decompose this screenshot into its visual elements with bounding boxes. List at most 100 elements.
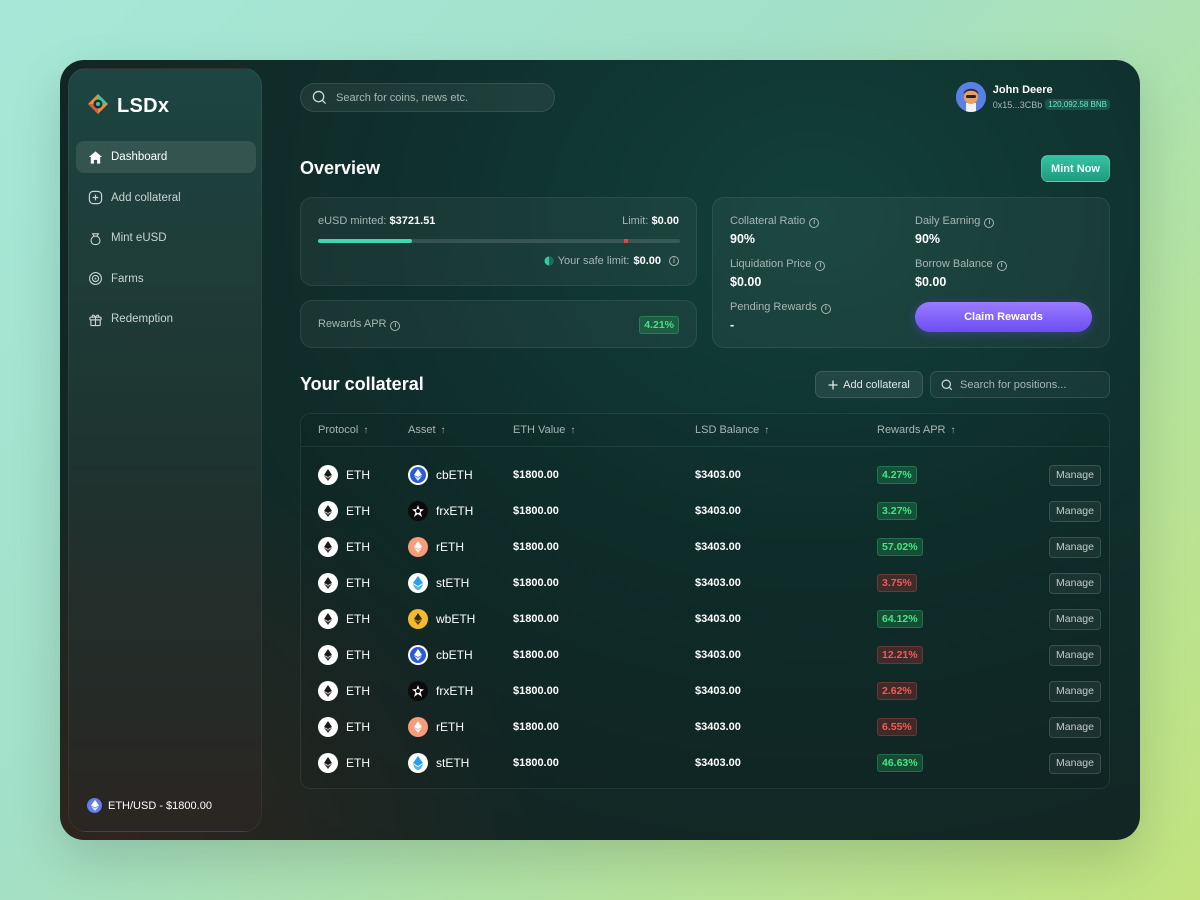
lsd-balance-cell: $3403.00 <box>695 613 741 625</box>
lsd-balance-cell: $3403.00 <box>695 469 741 481</box>
sidebar-item-mint-eusd[interactable]: Mint eUSD <box>76 222 256 254</box>
manage-button[interactable]: Manage <box>1049 644 1101 666</box>
asset-cell: stETH <box>408 565 469 601</box>
eth-value-cell: $1800.00 <box>513 469 559 481</box>
sidebar-item-redemption[interactable]: Redemption <box>76 303 256 335</box>
manage-button[interactable]: Manage <box>1049 500 1101 522</box>
info-icon[interactable]: i <box>809 217 820 228</box>
positions-search[interactable] <box>930 371 1110 398</box>
claim-rewards-button[interactable]: Claim Rewards <box>915 302 1092 332</box>
lsd-balance-cell: $3403.00 <box>695 721 741 733</box>
sidebar-item-dashboard[interactable]: Dashboard <box>76 141 256 173</box>
manage-button[interactable]: Manage <box>1049 536 1101 558</box>
manage-button[interactable]: Manage <box>1049 464 1101 486</box>
sort-arrow-icon: ↑ <box>363 425 369 436</box>
protocol-cell: ETH <box>318 673 370 709</box>
lsd-balance-cell: $3403.00 <box>695 757 741 769</box>
protocol-cell: ETH <box>318 709 370 745</box>
cbeth-icon <box>408 645 428 665</box>
eth-value-cell: $1800.00 <box>513 541 559 553</box>
search-input[interactable] <box>336 91 536 104</box>
eth-icon <box>318 753 338 773</box>
column-protocol[interactable]: Protocol ↑ <box>318 424 368 436</box>
user-name: John Deere <box>992 84 1053 96</box>
frxeth-icon <box>408 681 428 701</box>
lsd-balance-cell: $3403.00 <box>695 541 741 553</box>
main-content: John Deere 0x15...3CBb 120,092.58 BNB Ov… <box>300 60 1110 840</box>
rewards-apr-cell: 3.75% <box>877 565 917 601</box>
sidebar-item-farms[interactable]: Farms <box>76 263 256 295</box>
liquidation-price-value: $0.00 <box>730 275 762 289</box>
sort-arrow-icon: ↑ <box>440 425 446 436</box>
add-collateral-button[interactable]: Add collateral <box>815 371 923 398</box>
eth-value-cell: $1800.00 <box>513 649 559 661</box>
info-icon[interactable]: i <box>669 256 679 266</box>
asset-cell: frxETH <box>408 493 473 529</box>
protocol-cell: ETH <box>318 493 370 529</box>
mint-now-button[interactable]: Mint Now <box>1041 155 1110 182</box>
column-lsd-balance[interactable]: LSD Balance ↑ <box>695 424 769 436</box>
info-icon[interactable]: i <box>996 260 1007 271</box>
asset-cell: rETH <box>408 709 464 745</box>
info-icon[interactable]: i <box>815 260 826 271</box>
safe-limit-row: Your safe limit: $0.00 i <box>544 255 679 267</box>
sidebar-item-label: Mint eUSD <box>111 232 167 244</box>
column-asset[interactable]: Asset ↑ <box>408 424 446 436</box>
global-search[interactable] <box>300 83 555 112</box>
asset-name: cbETH <box>436 468 473 482</box>
rewards-apr-cell: 57.02% <box>877 529 923 565</box>
apr-badge: 4.27% <box>877 466 917 484</box>
wallet-address[interactable]: 0x15...3CBb <box>993 100 1043 110</box>
borrow-balance-value: $0.00 <box>915 275 947 289</box>
info-icon[interactable]: i <box>984 217 995 228</box>
pending-rewards-row: Pending Rewards i <box>730 301 831 314</box>
asset-name: rETH <box>436 540 464 554</box>
safe-limit-value: $0.00 <box>633 255 661 267</box>
table-row: ETH stETH $1800.00 $3403.00 3.75% Manage <box>301 565 1109 601</box>
cbeth-icon <box>408 465 428 485</box>
info-icon[interactable]: i <box>390 320 401 331</box>
sidebar-item-add-collateral[interactable]: Add collateral <box>76 182 256 214</box>
manage-button[interactable]: Manage <box>1049 716 1101 738</box>
manage-button[interactable]: Manage <box>1049 680 1101 702</box>
collateral-ratio-value: 90% <box>730 232 756 246</box>
sidebar: LSDx Dashboard Add collateral Mint eUSD … <box>68 68 262 832</box>
column-eth-value[interactable]: ETH Value ↑ <box>513 424 575 436</box>
positions-search-input[interactable] <box>960 378 1100 391</box>
asset-cell: stETH <box>408 745 469 781</box>
reth-icon <box>408 537 428 557</box>
avatar[interactable] <box>955 82 986 112</box>
eth-icon <box>318 537 338 557</box>
user-profile[interactable]: John Deere 0x15...3CBb 120,092.58 BNB <box>955 82 1110 112</box>
table-row: ETH cbETH $1800.00 $3403.00 4.27% Manage <box>301 457 1109 493</box>
manage-cell: Manage <box>1049 601 1101 637</box>
protocol-name: ETH <box>346 756 370 770</box>
collateral-ratio-row: Collateral Ratio i <box>730 215 820 228</box>
lsd-balance-cell: $3403.00 <box>695 685 741 697</box>
manage-cell: Manage <box>1049 709 1101 745</box>
rewards-apr-cell: 6.55% <box>877 709 917 745</box>
sort-arrow-icon: ↑ <box>950 425 956 436</box>
asset-name: stETH <box>436 576 470 590</box>
plus-square-icon <box>88 190 103 205</box>
sidebar-item-label: Dashboard <box>111 151 168 163</box>
asset-name: frxETH <box>436 504 474 518</box>
lsdx-logo-icon <box>88 94 108 114</box>
manage-button[interactable]: Manage <box>1049 572 1101 594</box>
column-rewards-apr[interactable]: Rewards APR ↑ <box>877 424 955 436</box>
apr-badge: 57.02% <box>877 538 923 556</box>
minted-value: $3721.51 <box>389 215 436 227</box>
manage-cell: Manage <box>1049 745 1101 781</box>
rewards-apr-cell: 2.62% <box>877 673 917 709</box>
logo[interactable]: LSDx <box>87 93 169 119</box>
asset-cell: frxETH <box>408 673 473 709</box>
info-icon[interactable]: i <box>820 303 831 314</box>
manage-cell: Manage <box>1049 493 1101 529</box>
manage-button[interactable]: Manage <box>1049 752 1101 774</box>
manage-button[interactable]: Manage <box>1049 608 1101 630</box>
asset-name: rETH <box>436 720 464 734</box>
frxeth-icon <box>408 501 428 521</box>
table-row: ETH wbETH $1800.00 $3403.00 64.12% Manag… <box>301 601 1109 637</box>
protocol-cell: ETH <box>318 529 370 565</box>
asset-cell: cbETH <box>408 637 473 673</box>
